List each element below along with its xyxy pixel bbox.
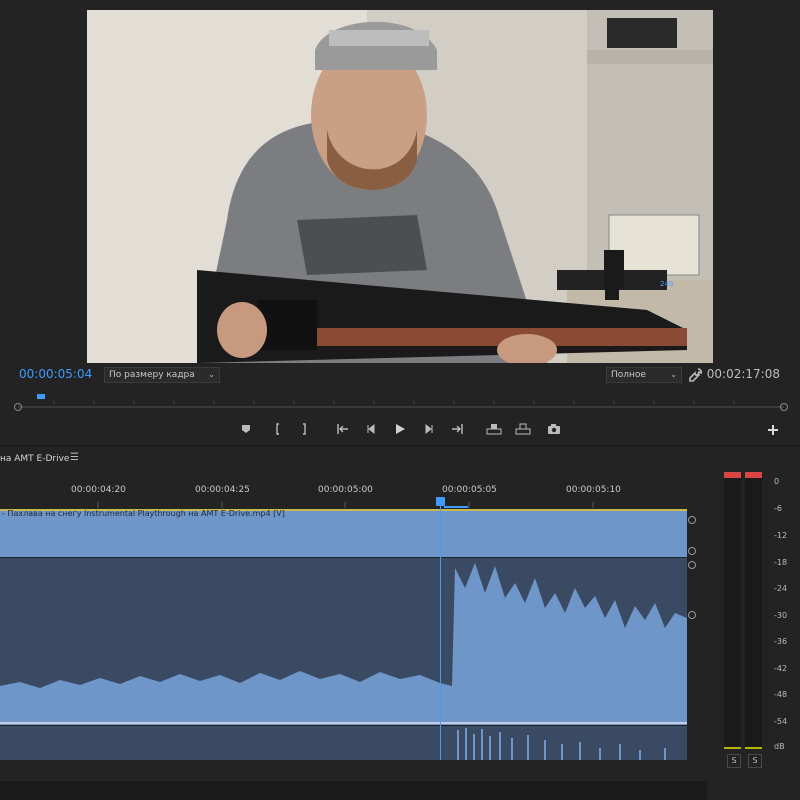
- chevron-down-icon: ⌄: [670, 370, 677, 379]
- db-label: -6: [774, 504, 782, 513]
- wrench-icon[interactable]: [689, 367, 703, 382]
- mark-out-icon[interactable]: [296, 421, 312, 437]
- audio-clip[interactable]: [0, 726, 687, 760]
- db-label: -42: [774, 664, 788, 673]
- playhead-handle[interactable]: [436, 497, 445, 506]
- quality-select-label: Полное: [611, 370, 646, 380]
- step-back-icon[interactable]: [363, 421, 379, 437]
- db-label: -12: [774, 531, 788, 540]
- ruler-label: 00:00:04:25: [195, 485, 250, 495]
- db-label: -24: [774, 584, 788, 593]
- solo-right-button[interactable]: S: [748, 754, 762, 768]
- db-label: -48: [774, 690, 788, 699]
- go-to-in-icon[interactable]: [334, 421, 350, 437]
- ruler-label: 00:00:05:10: [566, 485, 621, 495]
- lift-icon[interactable]: [486, 421, 502, 437]
- meter-left: [724, 472, 741, 749]
- audio-clip[interactable]: [0, 558, 687, 725]
- db-label: -54: [774, 717, 788, 726]
- playhead-line[interactable]: [440, 497, 441, 760]
- scrub-bar[interactable]: [14, 392, 788, 418]
- panel-menu-icon[interactable]: ☰: [70, 452, 79, 463]
- transport-controls: [0, 417, 800, 441]
- time-ruler[interactable]: 00:00:04:20 00:00:04:25 00:00:05:00 00:0…: [0, 480, 690, 508]
- audio-waveform: [0, 558, 687, 725]
- video-preview[interactable]: 249: [87, 10, 713, 363]
- track-scrollbar[interactable]: [687, 509, 697, 769]
- duration-timecode: 00:02:17:08: [706, 367, 780, 381]
- current-timecode[interactable]: 00:00:05:04: [19, 367, 92, 381]
- quality-select[interactable]: Полное ⌄: [606, 367, 682, 383]
- status-bar: [0, 781, 800, 800]
- go-to-out-icon[interactable]: [450, 421, 466, 437]
- step-forward-icon[interactable]: [421, 421, 437, 437]
- db-label: -36: [774, 637, 788, 646]
- db-label: -30: [774, 611, 788, 620]
- fit-select-label: По размеру кадра: [109, 370, 195, 380]
- ruler-label: 00:00:05:00: [318, 485, 373, 495]
- meter-right: [745, 472, 762, 749]
- ruler-label: 00:00:04:20: [71, 485, 126, 495]
- add-button-icon[interactable]: [765, 422, 781, 438]
- sequence-tab[interactable]: на AMT E-Drive: [0, 454, 69, 464]
- extract-icon[interactable]: [515, 421, 531, 437]
- fit-select[interactable]: По размеру кадра ⌄: [104, 367, 220, 383]
- play-icon[interactable]: [392, 421, 408, 437]
- chevron-down-icon: ⌄: [208, 370, 215, 379]
- video-clip-label: - Пахлава на снегу Instrumental Playthro…: [2, 509, 285, 518]
- db-label: 0: [774, 477, 780, 486]
- db-unit-label: dB: [774, 742, 785, 751]
- marker-icon[interactable]: [238, 421, 254, 437]
- export-frame-icon[interactable]: [546, 421, 562, 437]
- mark-in-icon[interactable]: [270, 421, 286, 437]
- solo-left-button[interactable]: S: [727, 754, 741, 768]
- ruler-label: 00:00:05:05: [442, 485, 497, 495]
- video-overlay-text: 249: [660, 280, 673, 288]
- db-label: -18: [774, 558, 788, 567]
